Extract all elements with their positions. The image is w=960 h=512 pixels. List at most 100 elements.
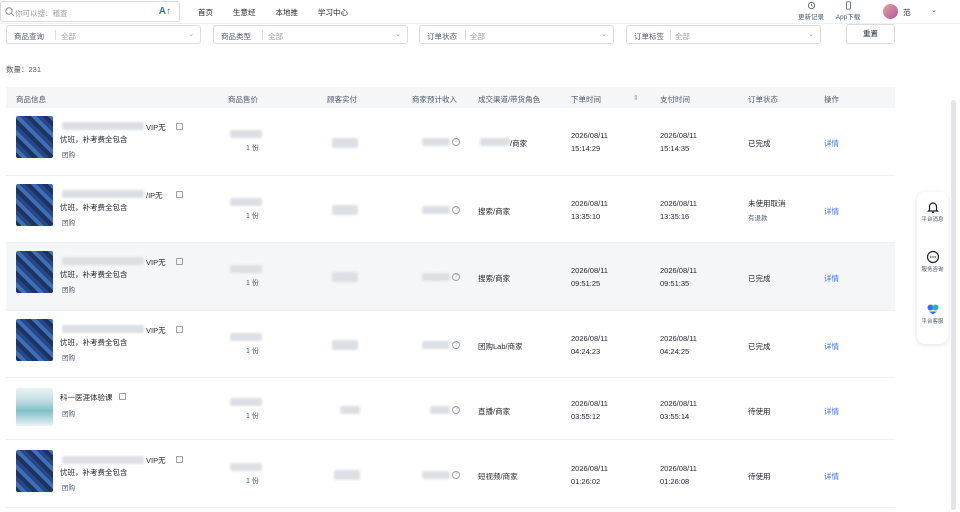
- chevron-down-icon[interactable]: ⌄: [931, 6, 937, 14]
- update-log-button[interactable]: 更新记录: [795, 1, 827, 21]
- copy-icon[interactable]: [119, 393, 126, 400]
- redacted-income: [422, 138, 450, 146]
- scrollbar[interactable]: [951, 100, 956, 510]
- pay-date: 2026/08/11: [660, 131, 697, 140]
- col-price: 商品售价: [228, 95, 258, 104]
- table-row: VIP无 忧班，补考费全包含 团购 1 份 ? 短视频/商家 2026/08/1…: [6, 440, 895, 508]
- pay-time: 01:26:08: [660, 477, 690, 486]
- product-type: 团购: [62, 355, 75, 362]
- redacted-paid: [334, 470, 360, 480]
- copy-icon[interactable]: [176, 123, 183, 130]
- ai-search-icon[interactable]: A↑: [159, 6, 171, 17]
- order-date: 2026/08/11: [571, 399, 608, 408]
- copy-icon[interactable]: [176, 456, 183, 463]
- product-name-tail: VIP无: [146, 123, 166, 132]
- redacted-price: [230, 398, 262, 406]
- phone-icon: [845, 1, 851, 10]
- copy-icon[interactable]: [176, 326, 183, 333]
- copy-icon[interactable]: [176, 191, 183, 198]
- pay-time: 09:51:35: [660, 279, 690, 288]
- filter-product[interactable]: 商品查询 全部 ⌄: [6, 25, 201, 44]
- copy-icon[interactable]: [176, 258, 183, 265]
- chevron-down-icon: ⌄: [601, 31, 607, 38]
- col-order-status: 订单状态: [748, 95, 778, 104]
- details-link[interactable]: 详情: [824, 206, 839, 217]
- bell-icon: [926, 202, 939, 213]
- filter-product-type[interactable]: 商品类型 全部 ⌄: [213, 25, 408, 44]
- quantity: 1 份: [246, 145, 259, 152]
- details-link[interactable]: 详情: [824, 138, 839, 149]
- app-download-button[interactable]: App下载: [832, 1, 864, 21]
- filter-order-tag[interactable]: 订单标签 全部 ⌄: [626, 25, 821, 44]
- details-link[interactable]: 详情: [824, 406, 839, 417]
- order-status: 待使用: [748, 407, 771, 416]
- product-type: 团购: [62, 485, 75, 492]
- help-icon[interactable]: ?: [452, 341, 460, 349]
- redacted-price: [230, 463, 262, 471]
- nav-learning-center[interactable]: 学习中心: [318, 7, 348, 18]
- sort-icon[interactable]: ⇕: [633, 94, 639, 102]
- platform-messages-button[interactable]: 平台消息: [917, 200, 948, 223]
- divider: [465, 30, 466, 40]
- platform-support-button[interactable]: 平台客服: [917, 302, 948, 325]
- quantity: 1 份: [246, 413, 259, 420]
- product-name-line2: 忧班，补考费全包含: [60, 338, 128, 347]
- channel: 团购Lab/商家: [478, 342, 523, 351]
- details-link[interactable]: 详情: [824, 273, 839, 284]
- service-consult-button[interactable]: 服务咨询: [917, 250, 948, 273]
- table-row: VIP无 忧班，补考费全包含 团购 1 份 ? 团购Lab/商家 2026/08…: [6, 311, 895, 378]
- redacted-product-name: [62, 456, 144, 464]
- chevron-down-icon: ⌄: [188, 31, 194, 38]
- filter-value: 全部: [268, 32, 283, 41]
- details-link[interactable]: 详情: [824, 341, 839, 352]
- pay-time: 15:14:35: [660, 144, 690, 153]
- app-download-label: App下载: [835, 14, 861, 21]
- product-name-line2: 忧班，补考费全包含: [60, 203, 128, 212]
- help-icon[interactable]: ?: [452, 273, 460, 281]
- details-link[interactable]: 详情: [824, 471, 839, 482]
- product-thumbnail: [16, 184, 53, 226]
- col-pay-time: 支付时间: [660, 95, 690, 104]
- product-type: 团购: [62, 152, 75, 159]
- platform-messages-label: 平台消息: [921, 217, 944, 223]
- pay-time: 03:55:14: [660, 412, 690, 421]
- nav-home[interactable]: 首页: [198, 7, 213, 18]
- help-icon[interactable]: ?: [452, 406, 460, 414]
- redacted-product-name: [62, 257, 144, 265]
- product-name-line2: 忧班，补考费全包含: [60, 468, 128, 477]
- divider: [670, 30, 671, 40]
- help-icon[interactable]: ?: [452, 138, 460, 146]
- support-icon: [927, 304, 938, 315]
- redacted-price: [230, 333, 262, 341]
- divider: [262, 30, 263, 40]
- filter-order-status[interactable]: 订单状态 全部 ⌄: [419, 25, 614, 44]
- channel: 搜索/商家: [478, 274, 511, 283]
- chat-icon: [926, 250, 939, 264]
- channel: 短视频/商家: [478, 472, 518, 481]
- col-customer-paid: 顾客实付: [327, 95, 357, 104]
- help-icon[interactable]: ?: [452, 471, 460, 479]
- redacted-channel: [480, 138, 510, 146]
- order-time: 01:26:02: [571, 477, 601, 486]
- reset-button[interactable]: 重置: [846, 24, 895, 44]
- redacted-paid: [332, 340, 358, 350]
- avatar[interactable]: [883, 4, 898, 19]
- user-name[interactable]: 范: [903, 7, 911, 18]
- pay-date: 2026/08/11: [660, 266, 697, 275]
- order-date: 2026/08/11: [571, 131, 608, 140]
- col-actions: 操作: [824, 95, 839, 104]
- order-status: 已完成: [748, 274, 771, 283]
- col-order-time[interactable]: 下单时间: [571, 94, 601, 105]
- help-icon[interactable]: ?: [452, 206, 460, 214]
- redacted-income: [422, 471, 450, 479]
- search-input[interactable]: 你可以搜：稽查 A↑: [0, 1, 180, 22]
- nav-business[interactable]: 生意经: [233, 7, 256, 18]
- pay-date: 2026/08/11: [660, 464, 697, 473]
- chevron-down-icon: ⌄: [395, 31, 401, 38]
- order-time: 03:55:12: [571, 412, 601, 421]
- filter-label: 商品类型: [221, 32, 251, 41]
- floating-help-panel: 平台消息 服务咨询 平台客服: [917, 192, 948, 344]
- pay-date: 2026/08/11: [660, 334, 697, 343]
- nav-local-promo[interactable]: 本地推: [276, 7, 299, 18]
- product-name-tail: VIP无: [146, 326, 166, 335]
